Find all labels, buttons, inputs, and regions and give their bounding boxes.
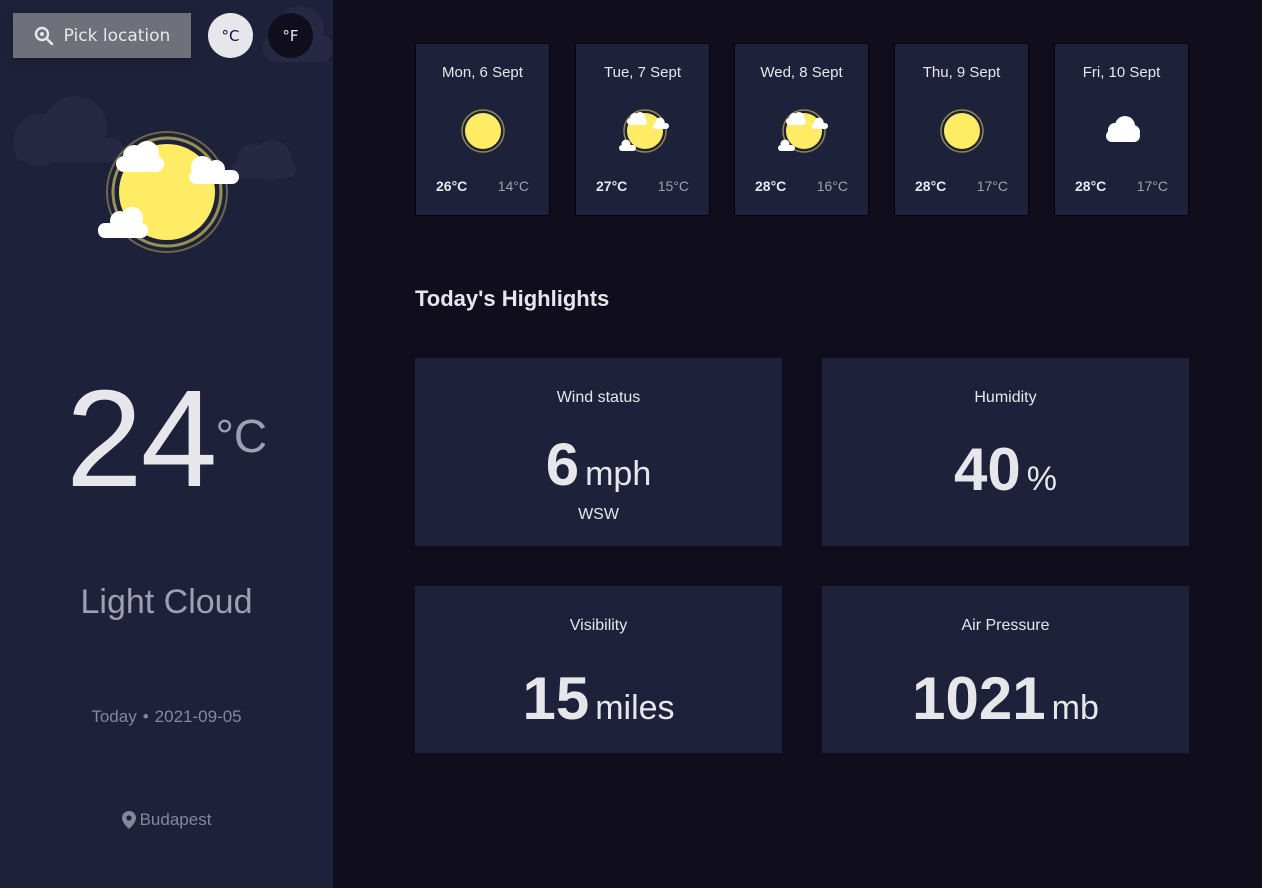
location-pin-icon bbox=[121, 811, 136, 829]
forecast-card: Mon, 6 Sept 26°C 14°C bbox=[415, 43, 550, 216]
humidity-card: Humidity 40% bbox=[822, 358, 1189, 546]
heavy-cloud-icon bbox=[1106, 116, 1140, 142]
forecast-max-temp: 28°C bbox=[915, 178, 947, 194]
pick-location-label: Pick location bbox=[63, 25, 171, 46]
forecast-date: Mon, 6 Sept bbox=[442, 64, 523, 81]
forecast-max-temp: 28°C bbox=[755, 178, 787, 194]
date-value: 2021-09-05 bbox=[154, 707, 242, 726]
forecast-date: Wed, 8 Sept bbox=[760, 64, 843, 81]
celsius-toggle-button[interactable]: °C bbox=[208, 13, 253, 58]
current-date: Today • 2021-09-05 bbox=[0, 707, 333, 727]
light-cloud-icon bbox=[778, 109, 828, 153]
air-pressure-number: 1021 bbox=[912, 665, 1046, 732]
wind-status-card: Wind status 6 mph WSW bbox=[415, 358, 782, 546]
visibility-number: 15 bbox=[522, 665, 590, 732]
forecast-date: Tue, 7 Sept bbox=[604, 64, 681, 81]
forecast-min-temp: 17°C bbox=[976, 178, 1008, 194]
forecast-max-temp: 26°C bbox=[436, 178, 468, 194]
humidity-unit: % bbox=[1026, 460, 1057, 498]
forecast-card: Thu, 9 Sept 28°C 17°C bbox=[894, 43, 1029, 216]
wind-unit: mph bbox=[585, 455, 652, 493]
forecast-card: Tue, 7 Sept 27°C 15°C bbox=[575, 43, 710, 216]
current-temperature-value: 24 bbox=[65, 362, 217, 516]
visibility-value: 15 miles bbox=[415, 664, 782, 733]
search-location-icon bbox=[34, 26, 53, 45]
wind-status-label: Wind status bbox=[556, 389, 641, 406]
clear-icon bbox=[461, 109, 505, 153]
sidebar: Pick location °C °F 24°C Light Cloud Tod… bbox=[0, 0, 333, 888]
wind-direction: WSW bbox=[578, 506, 619, 523]
location-name: Budapest bbox=[139, 810, 212, 829]
visibility-unit: miles bbox=[595, 689, 675, 727]
air-pressure-unit: mb bbox=[1051, 689, 1099, 727]
forecast-max-temp: 27°C bbox=[596, 178, 628, 194]
light-cloud-icon bbox=[619, 109, 669, 153]
current-location: Budapest bbox=[0, 810, 333, 830]
forecast-min-temp: 16°C bbox=[816, 178, 848, 194]
wind-speed: 6 bbox=[545, 431, 580, 498]
date-separator: • bbox=[142, 707, 149, 726]
forecast-date: Thu, 9 Sept bbox=[922, 64, 1001, 81]
current-temperature: 24°C bbox=[0, 360, 333, 519]
visibility-label: Visibility bbox=[569, 617, 628, 634]
wind-status-value: 6 mph bbox=[415, 430, 782, 499]
forecast-min-temp: 15°C bbox=[657, 178, 689, 194]
forecast-card: Fri, 10 Sept 28°C 17°C bbox=[1054, 43, 1189, 216]
fahrenheit-toggle-button[interactable]: °F bbox=[268, 13, 313, 58]
light-cloud-icon bbox=[98, 131, 239, 253]
highlights-title: Today's Highlights bbox=[415, 286, 610, 311]
forecast-min-temp: 14°C bbox=[497, 178, 529, 194]
weather-condition: Light Cloud bbox=[80, 583, 253, 621]
humidity-value: 40% bbox=[822, 435, 1189, 504]
forecast-min-temp: 17°C bbox=[1136, 178, 1168, 194]
humidity-label: Humidity bbox=[974, 389, 1037, 406]
forecast-max-temp: 28°C bbox=[1075, 178, 1107, 194]
clear-icon bbox=[940, 109, 984, 153]
pick-location-button[interactable]: Pick location bbox=[13, 13, 191, 58]
air-pressure-card: Air Pressure 1021 mb bbox=[822, 586, 1189, 753]
air-pressure-label: Air Pressure bbox=[961, 617, 1050, 634]
forecast-card: Wed, 8 Sept 28°C 16°C bbox=[734, 43, 869, 216]
current-temperature-unit: °C bbox=[215, 410, 268, 462]
date-prefix: Today bbox=[91, 707, 137, 726]
humidity-number: 40 bbox=[954, 436, 1021, 503]
forecast-date: Fri, 10 Sept bbox=[1082, 64, 1161, 81]
visibility-card: Visibility 15 miles bbox=[415, 586, 782, 753]
air-pressure-value: 1021 mb bbox=[822, 664, 1189, 733]
